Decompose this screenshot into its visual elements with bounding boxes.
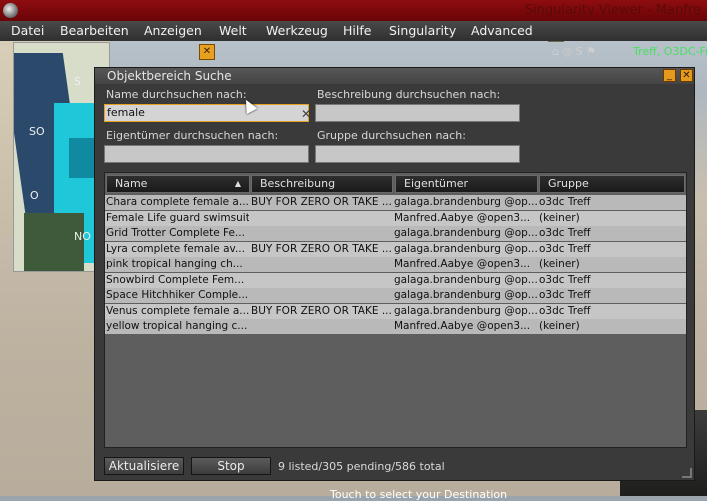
- table-row[interactable]: yellow tropical hanging c... Manfred.Aab…: [105, 319, 686, 334]
- row-owner: galaga.brandenburg @op...: [394, 273, 537, 286]
- floater-header[interactable]: Objektbereich Suche _ ✕: [95, 68, 694, 84]
- row-group: o3dc Treff: [539, 273, 591, 286]
- row-name: Chara complete female a...: [106, 196, 249, 208]
- row-name: pink tropical hanging ch...: [106, 258, 243, 270]
- row-name: Lyra complete female av...: [106, 242, 245, 255]
- row-group: (keiner): [539, 211, 580, 224]
- compass-no: NO: [74, 230, 91, 243]
- refresh-button[interactable]: Aktualisiere: [104, 457, 184, 475]
- column-owner[interactable]: Eigentümer: [395, 175, 538, 193]
- row-name: Snowbird Complete Fem...: [106, 273, 245, 286]
- app-title: Singularity Viewer - Manfre: [524, 3, 701, 18]
- row-owner: Manfred.Aabye @open3...: [394, 320, 531, 332]
- name-search-label: Name durchsuchen nach:: [106, 88, 247, 101]
- sort-ascending-icon: ▲: [234, 179, 241, 188]
- table-row[interactable]: Snowbird Complete Fem... galaga.brandenb…: [105, 272, 686, 288]
- script-icon[interactable]: S: [576, 45, 583, 58]
- table-row[interactable]: Lyra complete female av... BUY FOR ZERO …: [105, 241, 686, 257]
- stop-button[interactable]: Stop: [191, 457, 271, 475]
- column-name-label: Name: [115, 177, 148, 190]
- table-row[interactable]: pink tropical hanging ch... Manfred.Aaby…: [105, 257, 686, 272]
- table-row[interactable]: Chara complete female a... BUY FOR ZERO …: [105, 195, 686, 210]
- row-group: o3dc Treff: [539, 242, 591, 255]
- floater-title: Objektbereich Suche: [107, 69, 232, 83]
- compass-o: O: [30, 189, 39, 202]
- close-icon[interactable]: ✕: [680, 69, 693, 82]
- row-owner: galaga.brandenburg @op...: [394, 304, 537, 317]
- column-description[interactable]: Beschreibung: [251, 175, 393, 193]
- land-icon[interactable]: ⌂: [552, 45, 559, 58]
- destination-hint: Touch to select your Destination: [330, 488, 508, 501]
- table-row[interactable]: Female Life guard swimsuit Manfred.Aabye…: [105, 210, 686, 226]
- status-text: 9 listed/305 pending/586 total: [278, 460, 445, 473]
- menu-hilfe[interactable]: Hilfe: [343, 23, 371, 38]
- name-search-value: female: [107, 106, 145, 119]
- row-group: o3dc Treff: [539, 304, 591, 317]
- description-search-label: Beschreibung durchsuchen nach:: [317, 88, 501, 101]
- row-group: o3dc Treff: [539, 289, 591, 301]
- compass-s: S: [74, 75, 81, 88]
- row-name: yellow tropical hanging c...: [106, 320, 248, 332]
- row-description: BUY FOR ZERO OR TAKE ...: [251, 304, 391, 317]
- minimap-close-icon[interactable]: ✕: [199, 44, 215, 60]
- clear-icon[interactable]: ✕: [301, 106, 311, 122]
- row-group: (keiner): [539, 320, 580, 332]
- table-row[interactable]: Venus complete female a... BUY FOR ZERO …: [105, 303, 686, 319]
- menu-werkzeug[interactable]: Werkzeug: [266, 23, 328, 38]
- menu-singularity[interactable]: Singularity: [389, 23, 456, 38]
- menu-welt[interactable]: Welt: [219, 23, 247, 38]
- menu-anzeigen[interactable]: Anzeigen: [144, 23, 202, 38]
- group-search-label: Gruppe durchsuchen nach:: [317, 129, 466, 142]
- column-group[interactable]: Gruppe: [539, 175, 685, 193]
- row-name: Space Hitchhiker Comple...: [106, 289, 249, 301]
- row-name: Grid Trotter Complete Fe...: [106, 227, 245, 239]
- row-owner: galaga.brandenburg @op...: [394, 242, 537, 255]
- row-owner: galaga.brandenburg @op...: [394, 227, 537, 239]
- menu-bearbeiten[interactable]: Bearbeiten: [60, 23, 129, 38]
- description-search-input[interactable]: [315, 104, 520, 122]
- owner-search-label: Eigentümer durchsuchen nach:: [106, 129, 279, 142]
- row-name: Female Life guard swimsuit: [106, 211, 249, 224]
- voice-icon[interactable]: ◎: [562, 45, 572, 58]
- area-search-floater: Objektbereich Suche _ ✕ Name durchsuchen…: [94, 67, 695, 481]
- build-icon[interactable]: ⚑: [586, 45, 596, 58]
- row-owner: galaga.brandenburg @op...: [394, 289, 537, 301]
- menu-datei[interactable]: Datei: [11, 23, 44, 38]
- row-description: BUY FOR ZERO OR TAKE ...: [251, 242, 391, 255]
- row-owner: galaga.brandenburg @op...: [394, 196, 537, 208]
- row-group: (keiner): [539, 258, 580, 270]
- row-name: Venus complete female a...: [106, 304, 249, 317]
- menu-advanced[interactable]: Advanced: [471, 23, 533, 38]
- name-search-input[interactable]: female ✕: [104, 104, 311, 122]
- row-group: o3dc Treff: [539, 196, 591, 208]
- compass-so: SO: [29, 125, 45, 138]
- results-table[interactable]: Name ▲ Beschreibung Eigentümer Gruppe Ch…: [104, 172, 687, 448]
- region-name[interactable]: Treff, O3DC-Fr: [633, 45, 707, 58]
- window-titlebar: Singularity Viewer - Manfre: [0, 0, 707, 21]
- row-owner: Manfred.Aabye @open3...: [394, 258, 531, 270]
- resize-handle-icon[interactable]: [682, 468, 692, 478]
- menu-bar: Datei Bearbeiten Anzeigen Welt Werkzeug …: [0, 21, 707, 58]
- table-row[interactable]: Grid Trotter Complete Fe... galaga.brand…: [105, 226, 686, 241]
- table-header: Name ▲ Beschreibung Eigentümer Gruppe: [105, 175, 686, 193]
- row-description: BUY FOR ZERO OR TAKE ...: [251, 196, 391, 208]
- row-group: o3dc Treff: [539, 227, 591, 239]
- status-icons[interactable]: ⌂ ◎ S ⚑: [552, 45, 596, 58]
- column-name[interactable]: Name ▲: [106, 175, 250, 193]
- table-row[interactable]: Space Hitchhiker Comple... galaga.brande…: [105, 288, 686, 303]
- row-owner: Manfred.Aabye @open3...: [394, 211, 531, 224]
- group-search-input[interactable]: [315, 145, 520, 163]
- minimize-icon[interactable]: _: [663, 69, 676, 82]
- owner-search-input[interactable]: [104, 145, 309, 163]
- app-logo-icon: [3, 3, 18, 18]
